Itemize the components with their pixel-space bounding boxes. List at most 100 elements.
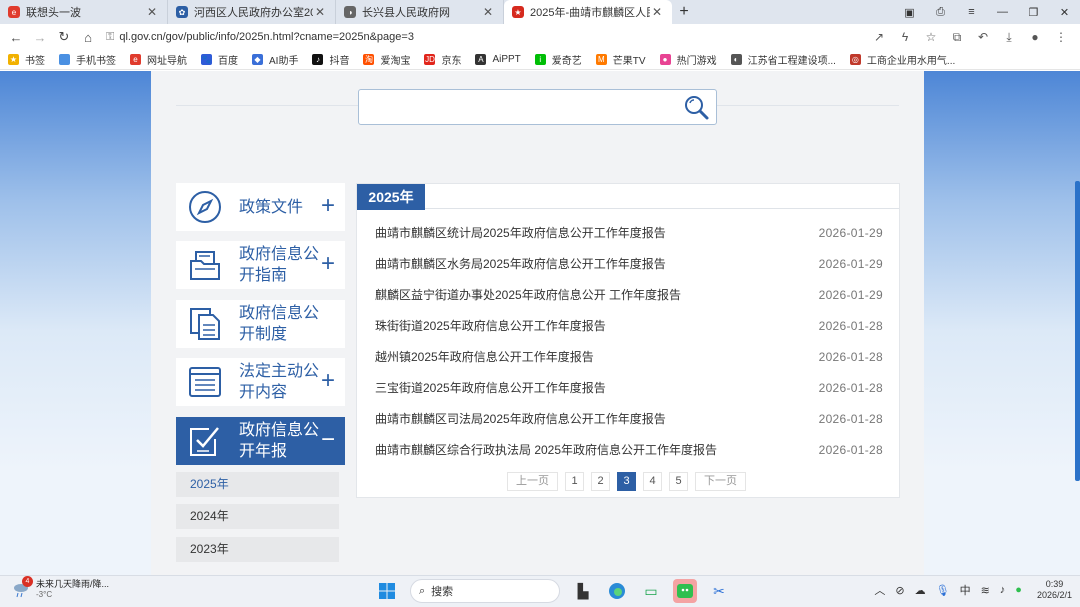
tab-close-icon[interactable]: ✕ — [650, 5, 664, 19]
reload-icon[interactable]: ↻ — [52, 29, 76, 45]
tab-3[interactable]: ◑ 长兴县人民政府网 ✕ — [336, 0, 504, 24]
prev-page-button[interactable]: 上一页 — [507, 472, 558, 491]
page-button-5[interactable]: 5 — [669, 472, 688, 491]
sidebar-item-guide[interactable]: 政府信息公开指南 + — [176, 241, 345, 289]
bookmark-item[interactable]: ♪ 抖音 — [312, 52, 349, 67]
list-item[interactable]: 曲靖市麒麟区综合行政执法局 2025年政府信息公开工作年度报告 2026-01-2… — [375, 440, 883, 460]
forward-icon[interactable]: → — [28, 30, 52, 45]
bookmark-item[interactable]: 手机书签 — [59, 52, 116, 67]
list-item[interactable]: 珠街街道2025年政府信息公开工作年度报告 2026-01-28 — [375, 316, 883, 336]
sub-item-2025[interactable]: 2025年 — [176, 472, 339, 497]
sidebar-item-annual-report[interactable]: 政府信息公开年报 − — [176, 417, 345, 465]
page-button-3-current[interactable]: 3 — [617, 472, 636, 491]
network-off-icon[interactable]: ⊘ — [895, 584, 904, 597]
item-title-link[interactable]: 珠街街道2025年政府信息公开工作年度报告 — [375, 316, 606, 336]
bookmark-item[interactable]: ● 热门游戏 — [659, 52, 717, 67]
next-page-button[interactable]: 下一页 — [695, 472, 746, 491]
bookmark-item[interactable]: M 芒果TV — [595, 52, 646, 67]
bookmark-item[interactable]: ★ 书签 — [8, 52, 45, 67]
bookmark-item[interactable]: i 爱奇艺 — [534, 52, 582, 67]
tab-close-icon[interactable]: ✕ — [481, 5, 495, 19]
sidebar-item-policy[interactable]: 政策文件 + — [176, 183, 345, 231]
edge-browser-icon[interactable] — [605, 579, 629, 603]
sidebar-item-system[interactable]: 政府信息公开制度 — [176, 300, 345, 348]
home-icon[interactable]: ⌂ — [76, 30, 100, 45]
expand-plus-icon[interactable]: + — [321, 252, 335, 276]
tab-close-icon[interactable]: ✕ — [145, 5, 159, 19]
tab-1[interactable]: e 联想头一波 ✕ — [0, 0, 168, 24]
tab-4-active[interactable]: ★ 2025年-曲靖市麒麟区人民政府-政 ✕ — [504, 0, 672, 24]
list-item[interactable]: 麒麟区益宁街道办事处2025年政府信息公开 工作年度报告 2026-01-29 — [375, 285, 883, 305]
collapse-minus-icon[interactable]: − — [321, 428, 335, 452]
site-info-icon[interactable]: ⚿ — [106, 31, 114, 43]
tab-close-icon[interactable]: ✕ — [313, 5, 327, 19]
bookmark-item[interactable]: 🐾 百度 — [201, 52, 238, 67]
extensions-icon[interactable]: ⧉ — [944, 30, 970, 45]
item-title-link[interactable]: 三宝街道2025年政府信息公开工作年度报告 — [375, 378, 606, 398]
close-window-icon[interactable]: ✕ — [1049, 0, 1080, 24]
sidebar-toggle-icon[interactable]: ▣ — [894, 0, 925, 24]
undo-icon[interactable]: ↶ — [970, 30, 996, 44]
sidebar-item-content[interactable]: 法定主动公开内容 + — [176, 358, 345, 406]
chevron-up-icon[interactable]: ︿ — [874, 582, 885, 598]
profile-icon[interactable]: ● — [1022, 30, 1048, 44]
scrollbar-thumb[interactable] — [1075, 181, 1080, 481]
expand-plus-icon[interactable]: + — [321, 369, 335, 393]
list-item[interactable]: 三宝街道2025年政府信息公开工作年度报告 2026-01-28 — [375, 378, 883, 398]
page-button-4[interactable]: 4 — [643, 472, 662, 491]
cloud-icon[interactable]: ☁ — [915, 584, 926, 597]
item-title-link[interactable]: 越州镇2025年政府信息公开工作年度报告 — [375, 347, 594, 367]
back-icon[interactable]: ← — [4, 30, 28, 45]
bookmark-item[interactable]: ◆ AI助手 — [252, 52, 298, 67]
taskbar-search[interactable]: ⌕ 搜索 — [410, 579, 560, 603]
star-icon[interactable]: ☆ — [918, 30, 944, 44]
list-item[interactable]: 曲靖市麒麟区司法局2025年政府信息公开工作年度报告 2026-01-28 — [375, 409, 883, 429]
item-title-link[interactable]: 曲靖市麒麟区水务局2025年政府信息公开工作年度报告 — [375, 254, 666, 274]
windows-start-icon[interactable] — [375, 579, 399, 603]
item-title-link[interactable]: 曲靖市麒麟区司法局2025年政府信息公开工作年度报告 — [375, 409, 666, 429]
emblem-icon: ◎ — [849, 54, 861, 65]
tab-2[interactable]: ✿ 河西区人民政府办公室2025年政府 ✕ — [168, 0, 336, 24]
item-date: 2026-01-28 — [818, 412, 883, 426]
ime-indicator[interactable]: 中 — [960, 582, 971, 598]
page-button-2[interactable]: 2 — [591, 472, 610, 491]
wechat-icon[interactable] — [673, 579, 697, 603]
url-field[interactable]: ⚿ ql.gov.cn/gov/public/info/2025n.html?cn… — [106, 31, 806, 44]
search-input[interactable] — [358, 89, 717, 125]
speaker-icon[interactable]: ♪ — [1000, 584, 1006, 596]
bookmark-item[interactable]: A AiPPT — [475, 54, 521, 65]
bookmark-item[interactable]: e 网址导航 — [130, 52, 187, 67]
microphone-icon[interactable]: 🎙 — [936, 584, 950, 597]
maximize-icon[interactable]: ❐ — [1018, 0, 1049, 24]
bookmark-item[interactable]: 淘爱淘宝 — [363, 52, 410, 67]
new-tab-icon[interactable]: + — [672, 0, 696, 24]
sub-item-2023[interactable]: 2023年 — [176, 537, 339, 562]
list-item[interactable]: 曲靖市麒麟区统计局2025年政府信息公开工作年度报告 2026-01-29 — [375, 223, 883, 243]
download-icon[interactable]: ⤓ — [996, 30, 1022, 45]
menu-icon[interactable]: ≡ — [956, 0, 987, 24]
snipping-tool-icon[interactable]: ✂ — [707, 579, 731, 603]
bookmark-item[interactable]: ◐ 江苏省工程建设项... — [730, 52, 836, 67]
item-title-link[interactable]: 麒麟区益宁街道办事处2025年政府信息公开 工作年度报告 — [375, 285, 681, 305]
wifi-icon[interactable]: ≋ — [981, 584, 990, 597]
clock[interactable]: 0:39 2026/2/1 — [1037, 579, 1072, 601]
share-icon[interactable]: ↗ — [866, 30, 892, 44]
list-item[interactable]: 曲靖市麒麟区水务局2025年政府信息公开工作年度报告 2026-01-29 — [375, 254, 883, 274]
item-title-link[interactable]: 曲靖市麒麟区统计局2025年政府信息公开工作年度报告 — [375, 223, 666, 243]
page-button-1[interactable]: 1 — [565, 472, 584, 491]
more-icon[interactable]: ⋮ — [1048, 30, 1074, 44]
task-view-icon[interactable]: ▙ — [571, 579, 595, 603]
lightning-icon[interactable]: ϟ — [892, 30, 918, 44]
bookmark-item[interactable]: JD 京东 — [424, 52, 461, 67]
printer-icon[interactable]: ⎙ — [925, 0, 956, 24]
list-item[interactable]: 越州镇2025年政府信息公开工作年度报告 2026-01-28 — [375, 347, 883, 367]
wechat-tray-icon[interactable]: ● — [1015, 584, 1022, 596]
item-title-link[interactable]: 曲靖市麒麟区综合行政执法局 2025年政府信息公开工作年度报告 — [375, 440, 717, 460]
sub-item-2024[interactable]: 2024年 — [176, 504, 339, 529]
expand-plus-icon[interactable]: + — [321, 194, 335, 218]
bookmark-item[interactable]: ◎ 工商企业用水用气... — [849, 52, 955, 67]
app-monitor-icon[interactable]: ▭ — [639, 579, 663, 603]
minimize-icon[interactable]: — — [987, 0, 1018, 24]
search-icon[interactable] — [682, 94, 710, 122]
weather-widget[interactable]: 4 未来几天降雨/降... -3°C — [12, 576, 109, 599]
